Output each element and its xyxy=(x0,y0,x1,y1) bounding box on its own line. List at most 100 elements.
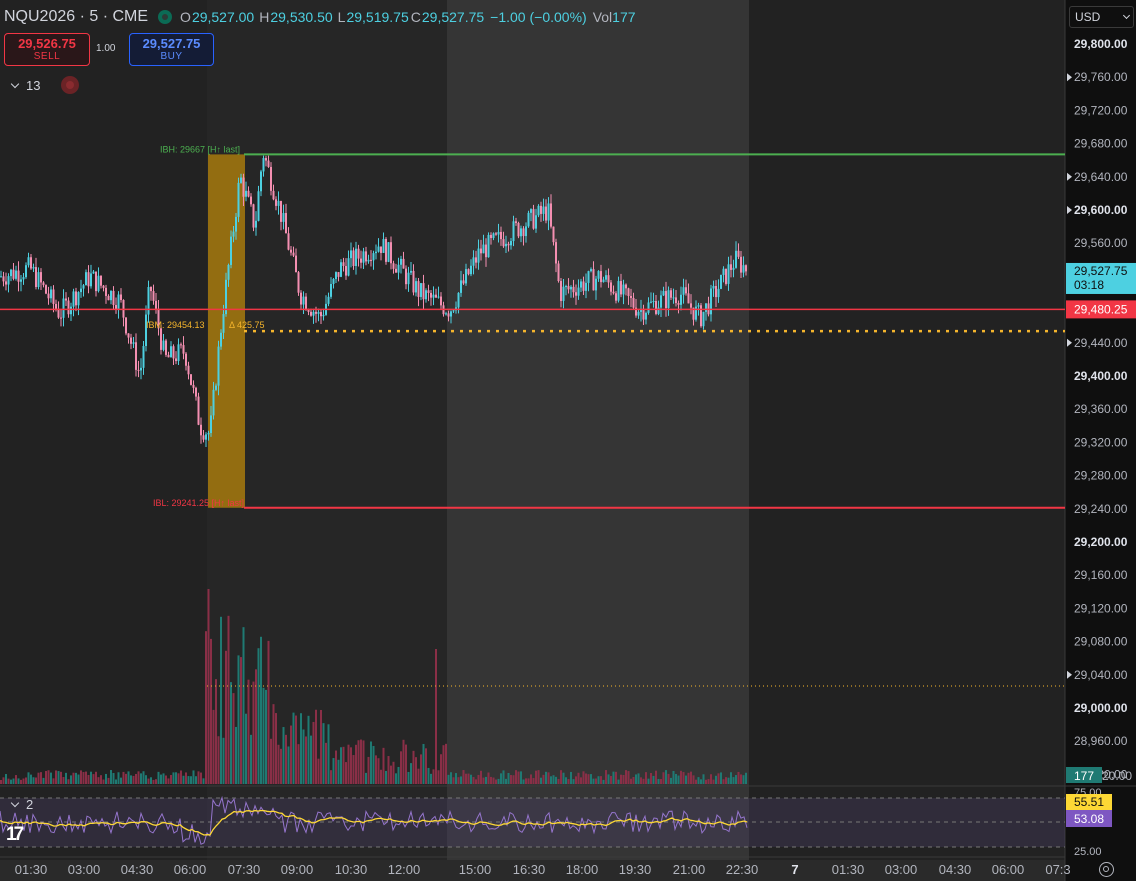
candle xyxy=(80,288,82,293)
time-tick: 03:00 xyxy=(68,862,101,877)
volume-bar xyxy=(400,751,402,784)
tradingview-logo[interactable]: 17 xyxy=(6,824,24,846)
candle xyxy=(395,268,397,273)
volume-bar xyxy=(305,736,307,784)
candle xyxy=(685,287,687,294)
candle xyxy=(730,264,732,270)
volume-bar xyxy=(125,773,127,784)
volume-bar xyxy=(165,775,167,784)
volume-bar xyxy=(575,776,577,784)
oscillator-toggle[interactable]: 2 xyxy=(4,795,33,813)
volume-bar xyxy=(212,709,215,784)
sell-label: SELL xyxy=(33,51,61,62)
volume-bar xyxy=(62,777,65,784)
candle xyxy=(450,311,452,317)
volume-bar xyxy=(607,774,610,784)
indicators-toggle[interactable]: 13 xyxy=(4,74,50,96)
candle xyxy=(375,251,377,254)
time-tick: 22:30 xyxy=(726,862,759,877)
quantity-value[interactable]: 1.00 xyxy=(96,43,115,54)
candle xyxy=(742,265,745,273)
candle xyxy=(445,313,447,315)
volume-bar xyxy=(302,729,305,784)
candle xyxy=(300,292,302,305)
volume-bar xyxy=(15,775,17,784)
candle xyxy=(37,272,40,287)
candle xyxy=(440,296,442,306)
chart-canvas[interactable]: IBH: 29667 [H↑ last] IBL: 29241.25 [H↑ la… xyxy=(0,0,1136,881)
volume-bar xyxy=(320,709,322,784)
candle xyxy=(542,206,545,214)
candle xyxy=(160,328,162,350)
volume-bar xyxy=(167,778,170,784)
volume-bar xyxy=(205,631,207,784)
volume-bar xyxy=(657,778,660,784)
volume-bar xyxy=(27,772,30,784)
record-icon[interactable] xyxy=(61,76,79,94)
time-tick: 01:30 xyxy=(832,862,865,877)
volume-bar xyxy=(505,778,507,784)
candle xyxy=(602,279,605,283)
candle xyxy=(642,308,645,320)
volume-bar xyxy=(42,777,45,784)
candle xyxy=(737,250,740,257)
volume-bar xyxy=(240,657,242,784)
candle xyxy=(670,290,672,298)
volume-bar xyxy=(295,715,297,784)
candle xyxy=(92,271,95,274)
volume-bar xyxy=(682,772,685,784)
volume-bar xyxy=(507,772,510,784)
volume-bar xyxy=(572,779,575,784)
volume-bar xyxy=(352,755,355,784)
candle xyxy=(62,298,65,318)
market-status-icon[interactable] xyxy=(158,10,173,24)
volume-bar xyxy=(660,779,662,784)
candle xyxy=(22,277,25,280)
currency-select[interactable]: USD xyxy=(1069,6,1134,28)
candle xyxy=(582,281,585,291)
volume-bar xyxy=(162,773,165,784)
volume-bar xyxy=(215,679,217,784)
settings-icon[interactable] xyxy=(1099,862,1114,877)
volume-bar xyxy=(30,774,32,784)
volume-bar xyxy=(190,776,192,784)
volume-bar xyxy=(485,776,487,784)
candle xyxy=(347,258,350,276)
volume-bar xyxy=(67,779,70,784)
candle xyxy=(452,310,455,312)
volume-bar xyxy=(227,615,230,784)
volume-bar xyxy=(435,649,437,784)
volume-bar xyxy=(85,771,87,784)
volume-bar xyxy=(342,746,345,784)
volume-bar xyxy=(405,744,407,784)
candle xyxy=(277,200,280,206)
candle xyxy=(215,385,217,390)
candle xyxy=(657,307,660,314)
sell-button[interactable]: 29,526.75 SELL xyxy=(4,33,90,66)
candle xyxy=(437,296,440,298)
candle xyxy=(362,251,365,263)
volume-bar xyxy=(670,777,672,784)
volume-bar xyxy=(392,761,395,784)
candle xyxy=(380,246,382,253)
candle xyxy=(570,286,572,290)
symbol-title[interactable]: NQU2026 · 5 · CME xyxy=(4,8,148,26)
candle xyxy=(32,267,35,269)
chevron-down-icon xyxy=(10,79,20,88)
volume-bar xyxy=(322,723,325,784)
volume-bar xyxy=(592,778,595,784)
candle xyxy=(125,317,127,334)
candle xyxy=(537,205,540,216)
volume-bar xyxy=(82,772,85,784)
candle xyxy=(42,282,45,286)
time-tick: 7 xyxy=(791,862,798,877)
buy-button[interactable]: 29,527.75 BUY xyxy=(129,33,214,66)
candle xyxy=(260,171,262,192)
chevron-down-icon xyxy=(1122,11,1131,20)
candle xyxy=(175,358,177,362)
price-tick: 29,280.00 xyxy=(1074,469,1128,483)
volume-bar xyxy=(685,775,687,784)
candle xyxy=(725,268,727,284)
candle xyxy=(360,258,362,263)
candle xyxy=(487,234,490,258)
